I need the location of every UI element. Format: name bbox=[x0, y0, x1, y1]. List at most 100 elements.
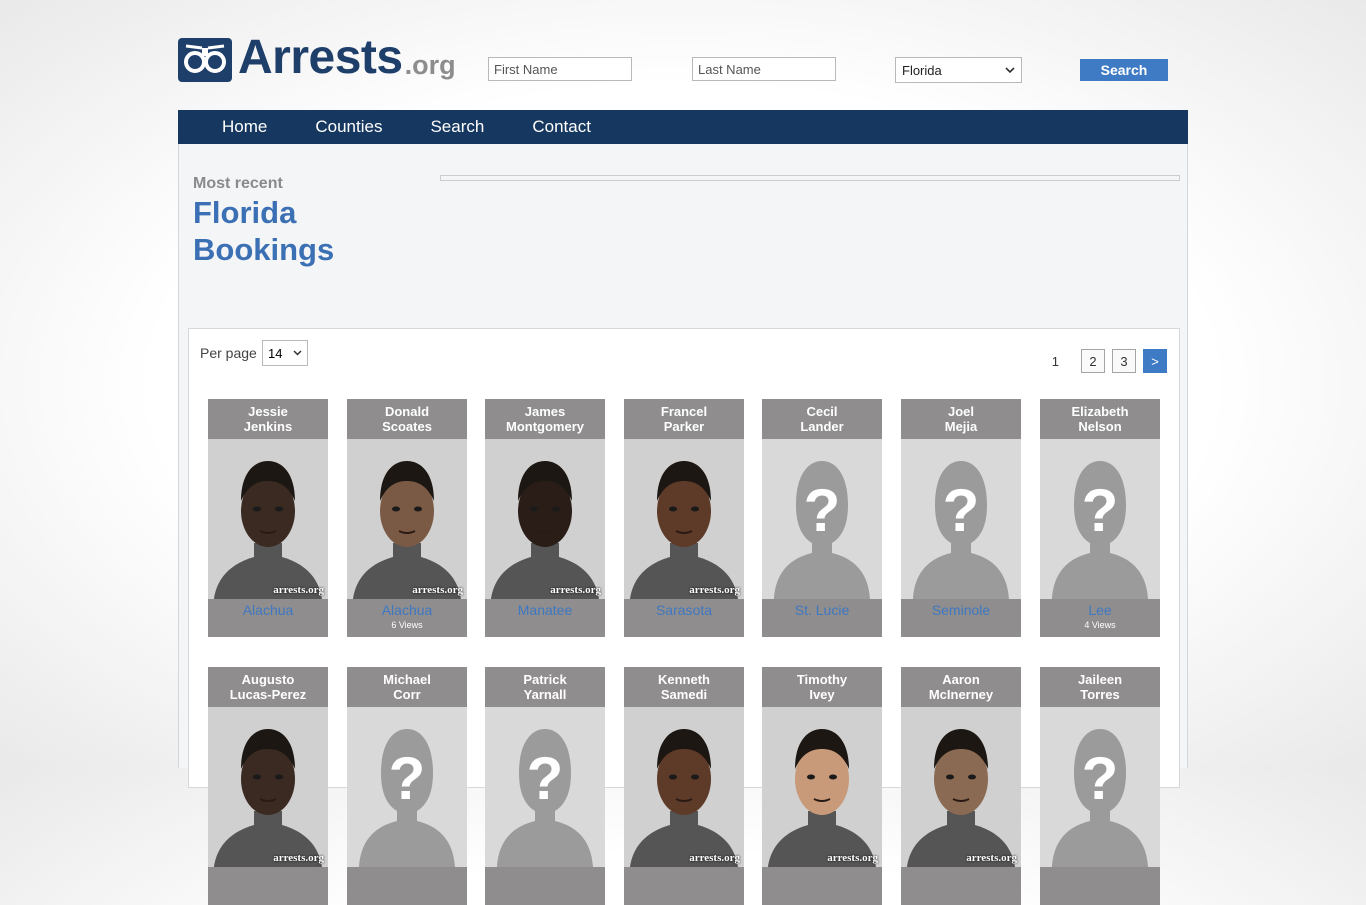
inmate-last-name: Ivey bbox=[809, 687, 835, 702]
mugshot-photo[interactable]: arrests.org bbox=[901, 707, 1021, 867]
no-photo-silhouette-icon[interactable]: ? bbox=[901, 439, 1021, 599]
inmate-last-name: Corr bbox=[393, 687, 421, 702]
inmate-name[interactable]: Joel Mejia bbox=[901, 399, 1021, 439]
county-link[interactable]: Seminole bbox=[901, 602, 1021, 618]
mugshot-photo[interactable]: arrests.org bbox=[208, 439, 328, 599]
booking-card[interactable]: Cecil Lander? St. Lucie bbox=[762, 399, 882, 637]
logo-tld: .org bbox=[404, 50, 456, 80]
booking-card[interactable]: Timothy Ivey arrests.org bbox=[762, 667, 882, 905]
svg-text:?: ? bbox=[943, 477, 980, 544]
mugshot-photo[interactable]: arrests.org bbox=[208, 707, 328, 867]
svg-text:?: ? bbox=[1082, 745, 1119, 812]
inmate-last-name: Samedi bbox=[660, 687, 708, 702]
county-link[interactable]: Alachua bbox=[208, 602, 328, 618]
inmate-first-name: Elizabeth bbox=[1071, 404, 1129, 419]
inmate-last-name: Montgomery bbox=[506, 419, 584, 434]
last-name-input[interactable] bbox=[692, 57, 836, 81]
inmate-last-name: Parker bbox=[663, 419, 705, 434]
page-3-button[interactable]: 3 bbox=[1112, 349, 1136, 373]
site-logo[interactable]: Arrests .org bbox=[178, 34, 456, 82]
no-photo-silhouette-icon[interactable]: ? bbox=[485, 707, 605, 867]
inmate-first-name: James bbox=[524, 404, 566, 419]
inmate-last-name: Jenkins bbox=[243, 419, 293, 434]
inmate-name[interactable]: Timothy Ivey bbox=[762, 667, 882, 707]
nav-home[interactable]: Home bbox=[222, 117, 267, 137]
inmate-name[interactable]: Kenneth Samedi bbox=[624, 667, 744, 707]
booking-card[interactable]: Patrick Yarnall? bbox=[485, 667, 605, 905]
inmate-name[interactable]: Jaileen Torres bbox=[1040, 667, 1160, 707]
mugshot-photo[interactable]: arrests.org bbox=[624, 439, 744, 599]
booking-card[interactable]: Kenneth Samedi arrests.org bbox=[624, 667, 744, 905]
mugshot-photo[interactable]: arrests.org bbox=[485, 439, 605, 599]
next-page-button[interactable]: > bbox=[1143, 349, 1167, 373]
state-select-value: Florida bbox=[902, 62, 942, 78]
photo-watermark: arrests.org bbox=[273, 584, 324, 596]
booking-card[interactable]: Aaron McInerney arrests.org bbox=[901, 667, 1021, 905]
state-select[interactable]: Florida bbox=[895, 57, 1022, 83]
no-photo-silhouette-icon[interactable]: ? bbox=[762, 439, 882, 599]
nav-counties[interactable]: Counties bbox=[315, 117, 382, 137]
booking-card[interactable]: Donald Scoates arrests.org Alachua 6 Views bbox=[347, 399, 467, 637]
inmate-name[interactable]: James Montgomery bbox=[485, 399, 605, 439]
county-link[interactable]: Lee bbox=[1040, 602, 1160, 618]
most-recent-label: Most recent bbox=[193, 175, 283, 192]
county-link[interactable]: St. Lucie bbox=[762, 602, 882, 618]
inmate-name[interactable]: Francel Parker bbox=[624, 399, 744, 439]
content-panel: Most recent Florida Bookings Per page 14… bbox=[178, 144, 1188, 905]
photo-watermark: arrests.org bbox=[827, 852, 878, 864]
inmate-last-name: Lander bbox=[800, 419, 844, 434]
inmate-name[interactable]: Michael Corr bbox=[347, 667, 467, 707]
booking-card[interactable]: Augusto Lucas-Perez arrests.org bbox=[208, 667, 328, 905]
inmate-last-name: Lucas-Perez bbox=[229, 687, 307, 702]
view-count: 6 Views bbox=[391, 620, 423, 630]
inmate-name[interactable]: Augusto Lucas-Perez bbox=[208, 667, 328, 707]
inmate-name[interactable]: Patrick Yarnall bbox=[485, 667, 605, 707]
booking-card[interactable]: Joel Mejia? Seminole bbox=[901, 399, 1021, 637]
inmate-last-name: Torres bbox=[1080, 687, 1120, 702]
search-button[interactable]: Search bbox=[1080, 59, 1168, 81]
mugshot-photo[interactable]: arrests.org bbox=[347, 439, 467, 599]
nav-search[interactable]: Search bbox=[430, 117, 484, 137]
mugshot-photo[interactable]: arrests.org bbox=[762, 707, 882, 867]
pagination: 1 2 3 > bbox=[1052, 349, 1167, 373]
county-link[interactable]: Sarasota bbox=[624, 602, 744, 618]
booking-card[interactable]: Elizabeth Nelson? Lee 4 Views bbox=[1040, 399, 1160, 637]
county-link[interactable]: Alachua bbox=[347, 602, 467, 618]
booking-card[interactable]: Jessie Jenkins arrests.org Alachua bbox=[208, 399, 328, 637]
photo-watermark: arrests.org bbox=[273, 852, 324, 864]
inmate-name[interactable]: Aaron McInerney bbox=[901, 667, 1021, 707]
photo-watermark: arrests.org bbox=[550, 584, 601, 596]
page-2-button[interactable]: 2 bbox=[1081, 349, 1105, 373]
inmate-first-name: Joel bbox=[947, 404, 974, 419]
inmate-first-name: Patrick bbox=[523, 672, 567, 687]
inmate-last-name: Mejia bbox=[944, 419, 978, 434]
svg-text:?: ? bbox=[389, 745, 426, 812]
inmate-last-name: McInerney bbox=[928, 687, 994, 702]
photo-watermark: arrests.org bbox=[689, 584, 740, 596]
no-photo-silhouette-icon[interactable]: ? bbox=[1040, 439, 1160, 599]
no-photo-silhouette-icon[interactable]: ? bbox=[347, 707, 467, 867]
inmate-first-name: Augusto bbox=[241, 672, 295, 687]
photo-watermark: arrests.org bbox=[412, 584, 463, 596]
inmate-name[interactable]: Donald Scoates bbox=[347, 399, 467, 439]
booking-card[interactable]: James Montgomery arrests.org Manatee bbox=[485, 399, 605, 637]
booking-card[interactable]: Francel Parker arrests.org Sarasota bbox=[624, 399, 744, 637]
inmate-name[interactable]: Cecil Lander bbox=[762, 399, 882, 439]
inmate-name[interactable]: Jessie Jenkins bbox=[208, 399, 328, 439]
inmate-first-name: Michael bbox=[383, 672, 431, 687]
view-count: 4 Views bbox=[1084, 620, 1116, 630]
mugshot-photo[interactable]: arrests.org bbox=[624, 707, 744, 867]
nav-contact[interactable]: Contact bbox=[532, 117, 591, 137]
county-link[interactable]: Manatee bbox=[485, 602, 605, 618]
inmate-first-name: Timothy bbox=[796, 672, 848, 687]
booking-card[interactable]: Michael Corr? bbox=[347, 667, 467, 905]
inmate-first-name: Francel bbox=[660, 404, 708, 419]
per-page-select[interactable]: 14 bbox=[262, 340, 308, 366]
first-name-input[interactable] bbox=[488, 57, 632, 81]
booking-card[interactable]: Jaileen Torres? bbox=[1040, 667, 1160, 905]
no-photo-silhouette-icon[interactable]: ? bbox=[1040, 707, 1160, 867]
ad-placeholder bbox=[440, 175, 1180, 181]
inmate-name[interactable]: Elizabeth Nelson bbox=[1040, 399, 1160, 439]
inmate-first-name: Kenneth bbox=[658, 672, 710, 687]
results-box: Per page 14 1 2 3 > Jessie Jenkins arrests… bbox=[188, 328, 1180, 905]
